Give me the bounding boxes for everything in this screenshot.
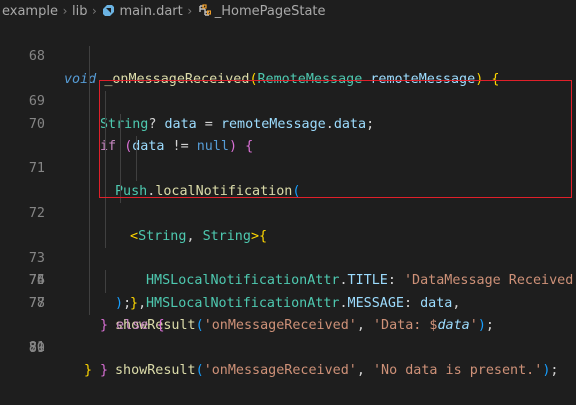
line-number: 81 <box>28 340 45 356</box>
indent-guide <box>120 135 121 159</box>
code-line[interactable]: 68 void _onMessageReceived(RemoteMessage… <box>0 24 576 86</box>
indent-guide <box>89 91 90 114</box>
breadcrumb-item-label: main.dart <box>119 3 183 19</box>
code-line[interactable]: 74 HMSLocalNotificationAttr.MESSAGE: dat… <box>0 158 576 311</box>
indent-guide <box>89 180 90 204</box>
indent-guide <box>89 203 90 226</box>
code-line[interactable]: 71 Push.localNotification( <box>0 91 576 199</box>
indent-guide <box>105 270 106 293</box>
breadcrumb-item-main-dart[interactable]: main.dart <box>101 3 183 19</box>
class-symbol-icon <box>199 4 211 16</box>
code-line[interactable]: 76 ); <box>0 203 576 311</box>
indent-guide <box>120 158 121 181</box>
breadcrumb-item-label: _HomePageState <box>214 3 326 19</box>
indent-guide <box>120 180 121 204</box>
indent-guide <box>120 113 121 136</box>
breadcrumb-separator: › <box>62 4 68 18</box>
indent-guide <box>105 203 106 226</box>
code-line[interactable]: 78 } else { <box>0 247 576 333</box>
indent-guide <box>89 292 90 316</box>
indent-guide <box>89 68 90 92</box>
indent-guide <box>136 135 137 159</box>
code-line[interactable]: 70 if (data != null) { <box>0 68 576 154</box>
indent-guide <box>89 270 90 293</box>
code-line[interactable]: 69 String? data = remoteMessage.data; <box>0 46 576 132</box>
breadcrumb-item-example[interactable]: example <box>2 4 58 19</box>
indent-guide <box>105 135 106 159</box>
code-line[interactable]: 79 showResult('onMessageReceived', 'No d… <box>0 270 576 378</box>
indent-guide <box>89 247 90 271</box>
indent-guide <box>89 225 90 248</box>
indent-guide <box>89 113 90 136</box>
breadcrumb-item-homepagestate[interactable]: _HomePageState <box>197 4 326 19</box>
breadcrumb-separator: › <box>92 4 97 18</box>
indent-guide <box>105 113 106 136</box>
code-line[interactable]: 75 }, <box>0 180 576 311</box>
indent-guide <box>105 180 106 204</box>
line-text[interactable]: } <box>100 360 108 382</box>
code-line[interactable]: 80 } <box>0 292 576 378</box>
breadcrumb-item-lib[interactable]: lib <box>72 4 87 19</box>
line-text[interactable]: } <box>84 360 92 382</box>
code-line[interactable]: 72 <String, String>{ <box>0 113 576 244</box>
breadcrumb: example › lib › main.dart › _HomePageSta… <box>0 0 576 22</box>
code-line[interactable]: 77 showResult('onMessageReceived', 'Data… <box>0 225 576 333</box>
indent-guide <box>89 46 90 69</box>
breadcrumb-separator: › <box>187 4 193 18</box>
dart-file-icon <box>103 5 115 16</box>
line-text[interactable]: showResult('onMessageReceived', 'No data… <box>115 360 558 382</box>
indent-guide <box>89 158 90 181</box>
indent-guide <box>105 91 106 114</box>
indent-guide <box>105 225 106 248</box>
code-editor[interactable]: 68 void _onMessageReceived(RemoteMessage… <box>0 24 576 378</box>
code-line[interactable]: 81 } <box>0 315 576 377</box>
indent-guide <box>136 158 137 181</box>
code-line[interactable]: 73 HMSLocalNotificationAttr.TITLE: 'Data… <box>0 135 576 288</box>
indent-guide <box>105 158 106 181</box>
indent-guide <box>89 135 90 159</box>
